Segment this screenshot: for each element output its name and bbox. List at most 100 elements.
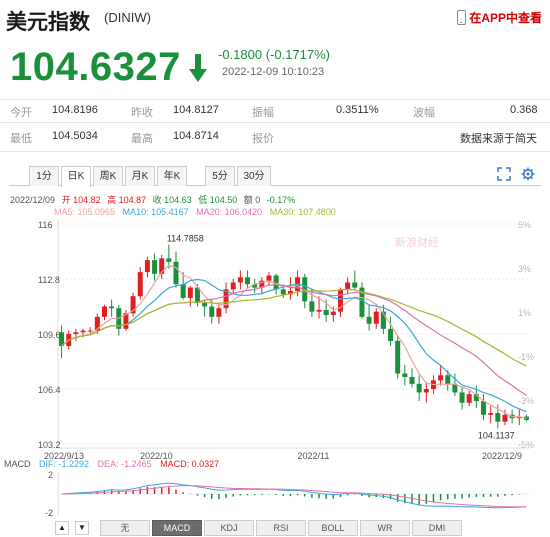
y-tick-label: 112.8 <box>38 275 60 285</box>
candle-body <box>309 301 315 312</box>
x-tick-label: 2022/11 <box>297 451 329 461</box>
candle-body <box>216 308 222 317</box>
kline-chart[interactable]: 2022/12/09 开 104.82 高 104.87 收 104.63 低 … <box>0 188 550 537</box>
divider <box>0 122 550 123</box>
divider <box>0 151 550 152</box>
indicator-tabs: 无 MACD KDJ RSI BOLL WR DMI <box>100 520 464 536</box>
candle-body <box>323 309 329 316</box>
tab-5min[interactable]: 5分 <box>205 166 235 186</box>
ohlc-info-line: 2022/12/09 开 104.82 高 104.87 收 104.63 低 … <box>10 194 295 205</box>
low-value: 104.5034 <box>52 130 98 142</box>
y-right-tick-label: 5% <box>518 220 531 230</box>
quote-time: 2022-12-09 10:10:23 <box>222 66 325 78</box>
candle-body <box>438 375 444 381</box>
y-tick-label: 106.4 <box>38 385 61 395</box>
high-label: 最高 <box>131 133 153 145</box>
indicator-dmi[interactable]: DMI <box>412 520 462 536</box>
candle-body <box>280 289 286 295</box>
range-value: 0.368 <box>510 104 538 116</box>
open-value: 104.8196 <box>52 104 98 116</box>
tab-weekly[interactable]: 周K <box>93 166 123 186</box>
tab-30min[interactable]: 30分 <box>237 166 271 186</box>
scroll-right-button[interactable]: ▼ <box>75 521 89 535</box>
y-right-tick-label: 1% <box>518 308 531 318</box>
down-arrow-icon <box>189 54 207 82</box>
candle-body <box>166 258 172 262</box>
candle-body <box>366 316 372 324</box>
candle-body <box>80 330 86 333</box>
candle-body <box>352 282 358 288</box>
candle-body <box>109 306 115 309</box>
candle-body <box>488 413 494 415</box>
candle-body <box>345 282 351 290</box>
tab-yearly[interactable]: 年K <box>157 166 187 186</box>
ma10-label: MA10: 105.4167 <box>123 207 189 217</box>
candle-body <box>152 260 158 274</box>
candle-body <box>402 373 408 377</box>
ma5-label: MA5: 105.0965 <box>54 207 115 217</box>
high-value: 104.8714 <box>173 130 219 142</box>
candle-body <box>316 309 322 312</box>
ma20-label: MA20: 106.0420 <box>196 207 262 217</box>
candle-body <box>373 311 379 324</box>
indicator-boll[interactable]: BOLL <box>308 520 358 536</box>
phone-icon <box>457 10 467 25</box>
quote-source-label: 报价 <box>252 133 274 145</box>
candle-body <box>423 389 429 393</box>
macd-y-tick: 2 <box>48 470 53 480</box>
sina-watermark: 新浪财经 <box>395 235 439 249</box>
y-right-tick-label: -5% <box>518 440 534 450</box>
y-right-tick-label: -1% <box>518 352 534 362</box>
indicator-none[interactable]: 无 <box>100 520 150 536</box>
candle-body <box>87 330 93 332</box>
scroll-left-button[interactable]: ▲ <box>55 521 69 535</box>
tab-1min[interactable]: 1分 <box>29 166 59 186</box>
page-title: 美元指数 <box>6 10 90 34</box>
candle-body <box>481 401 487 415</box>
fullscreen-icon[interactable] <box>497 167 511 181</box>
indicator-rsi[interactable]: RSI <box>256 520 306 536</box>
y-right-tick-label: -3% <box>518 396 534 406</box>
ma-legend: MA5: 105.0965 MA10: 105.4167 MA20: 106.0… <box>54 207 336 217</box>
y-tick-label: 109.6 <box>38 330 61 340</box>
axis-labels: 116 112.8 109.6 106.4 103.2 5% 3% 1% -1% -3% -5% 11… <box>38 220 534 461</box>
tab-daily[interactable]: 日K <box>61 166 91 187</box>
candle-body <box>266 275 272 281</box>
candle-body <box>230 282 236 290</box>
candle-body <box>137 272 143 297</box>
low-label: 最低 <box>10 133 32 145</box>
quote-header: 美元指数 (DINIW) 在APP中查看 <box>0 0 550 40</box>
settings-icon[interactable] <box>521 167 535 181</box>
candle-body <box>209 306 215 317</box>
candle-body <box>466 394 472 403</box>
y-right-tick-label: 3% <box>518 264 531 274</box>
period-tabs: 1分 日K 周K 月K 年K 5分 30分 <box>9 166 541 187</box>
y-tick-label: 116 <box>38 220 52 230</box>
candle-body <box>245 277 251 285</box>
chart-grid <box>57 220 530 449</box>
ma30-label: MA30: 107.4800 <box>270 207 336 217</box>
stats-row-2: 最低 104.5034 最高 104.8714 报价 数据来源于简天 <box>0 126 550 148</box>
candle-body <box>173 261 179 285</box>
indicator-macd[interactable]: MACD <box>152 520 202 536</box>
candle-body <box>495 413 501 422</box>
candle-body <box>409 376 415 384</box>
candle-body <box>445 375 451 384</box>
amplitude-label: 振幅 <box>252 107 274 119</box>
candle-body <box>330 311 336 316</box>
range-label: 波幅 <box>413 107 435 119</box>
candles-layer <box>59 244 529 429</box>
stats-row-1: 今开 104.8196 昨收 104.8127 振幅 0.3511% 波幅 0.… <box>0 100 550 122</box>
macd-legend: MACD DIF: -1.2292 DEA: -1.2465 MACD: 0.0… <box>4 459 219 469</box>
candle-body <box>502 414 508 422</box>
candle-body <box>416 383 422 393</box>
indicator-wr[interactable]: WR <box>360 520 410 536</box>
open-in-app-link[interactable]: 在APP中查看 <box>457 9 542 26</box>
tab-monthly[interactable]: 月K <box>125 166 155 186</box>
candle-body <box>180 284 186 298</box>
candle-body <box>395 340 401 374</box>
indicator-kdj[interactable]: KDJ <box>204 520 254 536</box>
candle-body <box>144 260 150 273</box>
quote-source-value: 数据来源于简天 <box>460 133 537 145</box>
x-tick-label: 2022/12/9 <box>482 451 522 461</box>
